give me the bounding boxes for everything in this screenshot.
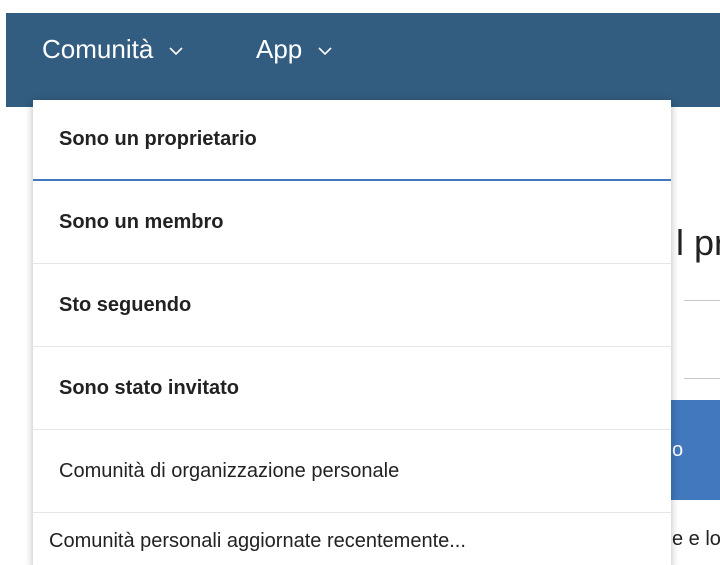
divider bbox=[684, 300, 720, 301]
body-text: e e lo bbox=[672, 528, 720, 550]
menu-item-owner[interactable]: Sono un proprietario bbox=[33, 100, 671, 181]
page-heading: l pr bbox=[676, 222, 720, 263]
chevron-down-icon bbox=[318, 46, 332, 56]
menu-item-label: Comunità personali aggiornate recentemen… bbox=[49, 530, 466, 552]
nav-communities-menu[interactable]: Comunità bbox=[42, 13, 183, 85]
primary-button[interactable]: o bbox=[670, 400, 720, 500]
menu-item-label: Sono un membro bbox=[59, 210, 224, 233]
menu-item-following[interactable]: Sto seguendo bbox=[33, 264, 671, 347]
primary-button-label: o bbox=[672, 438, 684, 461]
divider bbox=[684, 378, 720, 379]
menu-item-member[interactable]: Sono un membro bbox=[33, 181, 671, 264]
menu-item-label: Comunità di organizzazione personale bbox=[59, 459, 400, 482]
menu-item-label: Sono stato invitato bbox=[59, 376, 239, 399]
chevron-down-icon bbox=[169, 46, 183, 56]
nav-communities-label: Comunità bbox=[42, 33, 154, 64]
menu-item-org-communities[interactable]: Comunità di organizzazione personale bbox=[33, 430, 671, 513]
communities-dropdown-menu: Sono un proprietario Sono un membro Sto … bbox=[33, 100, 671, 565]
menu-item-label: Sono un proprietario bbox=[59, 128, 257, 150]
nav-apps-label: App bbox=[256, 33, 303, 64]
menu-item-label: Sto seguendo bbox=[59, 293, 192, 316]
menu-item-invited[interactable]: Sono stato invitato bbox=[33, 347, 671, 430]
menu-item-recently-updated[interactable]: Comunità personali aggiornate recentemen… bbox=[33, 513, 671, 565]
top-navbar: Comunità App bbox=[6, 13, 720, 107]
nav-apps-menu[interactable]: App bbox=[256, 13, 332, 85]
page: l pr o e e lo Comunità App Sono un propr… bbox=[0, 0, 720, 565]
